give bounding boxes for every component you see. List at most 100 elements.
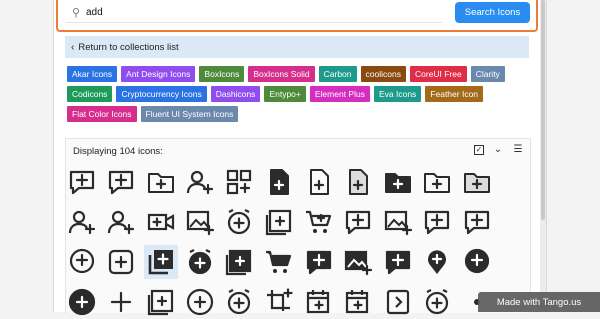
image-add-icon-glyph: [186, 210, 215, 236]
library-add-icon[interactable]: [144, 285, 178, 319]
user-add-icon-glyph: [68, 210, 96, 235]
comment-add-icon[interactable]: [460, 205, 494, 239]
chat-add-icon-glyph: [108, 170, 134, 195]
square-add-icon-glyph: [108, 249, 134, 275]
collection-tag[interactable]: Fluent UI System Icons: [140, 106, 239, 122]
alarm-add-icon[interactable]: [222, 205, 256, 239]
plus-icon-glyph: [110, 291, 132, 313]
search-button[interactable]: Search Icons: [455, 2, 530, 23]
circle-add-solid-icon-glyph: [68, 288, 96, 316]
folder-add-solid-icon-glyph: [385, 173, 411, 193]
collection-tag[interactable]: Eva Icons: [373, 86, 422, 102]
alarm-add-outline-icon[interactable]: [420, 285, 454, 319]
collection-tag[interactable]: CoreUI Free: [409, 66, 467, 82]
collection-tag[interactable]: Clarity: [470, 66, 505, 82]
expand-icon[interactable]: ⌄: [492, 144, 504, 156]
users-add-icon-glyph: [107, 210, 135, 235]
file-add-gray-icon-glyph: [349, 169, 368, 195]
alarm-add-icon[interactable]: [222, 285, 256, 319]
chat-add-icon[interactable]: [104, 165, 138, 199]
file-add-outline-icon[interactable]: [302, 165, 336, 199]
folder-add-gray-icon[interactable]: [460, 165, 494, 199]
square-add-icon[interactable]: [104, 245, 138, 279]
alarm-add-outline-icon-glyph: [425, 289, 449, 315]
circle-add-solid-icon[interactable]: [65, 285, 99, 319]
collection-tag[interactable]: Dashicons: [210, 86, 261, 102]
select-all-checkbox[interactable]: ✓: [474, 145, 484, 155]
alarm-add-solid-icon[interactable]: [183, 245, 217, 279]
collection-tag[interactable]: Flat Color Icons: [67, 106, 137, 122]
results-toolbar: ✓ ⌄ ☰: [474, 144, 524, 156]
icon-count: Displaying 104 icons:: [73, 145, 163, 157]
book-add-icon[interactable]: [222, 245, 256, 279]
library-add-icon[interactable]: [262, 205, 296, 239]
crop-add-icon-glyph: [267, 288, 293, 311]
location-add-icon[interactable]: [420, 245, 454, 279]
comment-add-solid-icon[interactable]: [302, 245, 336, 279]
search-bar: ⚲ Search Icons: [56, 0, 538, 32]
collection-tag[interactable]: BoxIcons: [199, 66, 245, 82]
collection-tag[interactable]: Element Plus: [309, 86, 370, 102]
folder-add-icon[interactable]: [144, 165, 178, 199]
image-add-solid-icon[interactable]: [341, 245, 375, 279]
search-field[interactable]: ⚲: [66, 3, 442, 23]
circle-add-icon[interactable]: [183, 285, 217, 319]
collection-tag[interactable]: coolicons: [360, 66, 406, 82]
collection-tag[interactable]: Cryptocurrency Icons: [116, 86, 207, 102]
icon-grid: [65, 165, 530, 316]
users-add-icon[interactable]: [104, 205, 138, 239]
folder-add-solid-icon[interactable]: [381, 165, 415, 199]
comment-add-outline-icon[interactable]: [420, 205, 454, 239]
book-add-icon-glyph: [225, 249, 252, 276]
slide-add-icon-glyph: [386, 289, 410, 315]
folder-add-gray-icon-glyph: [464, 173, 490, 193]
folder-add-icon-glyph: [148, 173, 174, 193]
image-add-icon[interactable]: [183, 205, 217, 239]
collection-tag[interactable]: Carbon: [318, 66, 357, 82]
photo-add-icon-glyph: [384, 210, 413, 236]
message-add-icon[interactable]: [65, 245, 99, 279]
calendar-add-icon-glyph: [306, 290, 330, 314]
user-add-icon[interactable]: [183, 165, 217, 199]
file-add-icon[interactable]: [262, 165, 296, 199]
comment-add-icon[interactable]: [341, 205, 375, 239]
menu-icon[interactable]: ☰: [512, 144, 524, 156]
folder-add-outline-icon[interactable]: [420, 165, 454, 199]
cart-add-icon[interactable]: [302, 205, 336, 239]
collection-tag[interactable]: Ant Design Icons: [121, 66, 196, 82]
alarm-add-icon-glyph: [227, 289, 251, 315]
photo-add-icon[interactable]: [381, 205, 415, 239]
calendar-add-outline-icon[interactable]: [341, 285, 375, 319]
image-add-solid-icon-glyph: [344, 250, 373, 276]
collection-tags: Akar Icons Ant Design Icons BoxIcons BoxIco…: [67, 66, 527, 122]
message-add-solid-icon-glyph: [464, 248, 490, 274]
cart-add-icon-glyph: [306, 210, 332, 233]
calendar-add-icon[interactable]: [302, 285, 336, 319]
collection-tag[interactable]: BoxIcons Solid: [248, 66, 315, 82]
comment-add-icon-glyph: [464, 210, 490, 235]
slide-add-icon[interactable]: [381, 285, 415, 319]
scrollbar[interactable]: [540, 0, 546, 312]
message-add-solid-icon[interactable]: [460, 245, 494, 279]
queue-add-selected-icon[interactable]: [144, 245, 178, 279]
file-add-icon-glyph: [270, 169, 289, 195]
collection-tag[interactable]: Akar Icons: [67, 66, 118, 82]
video-add-icon[interactable]: [144, 205, 178, 239]
crop-add-icon[interactable]: [262, 285, 296, 319]
user-add-icon[interactable]: [65, 205, 99, 239]
cart-add-solid-icon[interactable]: [262, 245, 296, 279]
return-to-collections-link[interactable]: ‹ Return to collections list: [65, 36, 529, 58]
comment-add-solid-icon-glyph: [306, 250, 332, 275]
file-add-gray-icon[interactable]: [341, 165, 375, 199]
grid-add-icon[interactable]: [222, 165, 256, 199]
plus-icon[interactable]: [104, 285, 138, 319]
message-add-icon-glyph: [69, 248, 95, 274]
collection-tag[interactable]: Feather Icon: [425, 86, 484, 102]
search-input[interactable]: [86, 7, 426, 18]
scrollbar-thumb[interactable]: [541, 0, 545, 220]
comment-add-icon[interactable]: [65, 165, 99, 199]
collection-tag[interactable]: Codicons: [67, 86, 113, 102]
comment-add-solid-icon[interactable]: [381, 245, 415, 279]
collection-tag[interactable]: Entypo+: [264, 86, 306, 102]
comment-add-icon-glyph: [69, 170, 95, 195]
